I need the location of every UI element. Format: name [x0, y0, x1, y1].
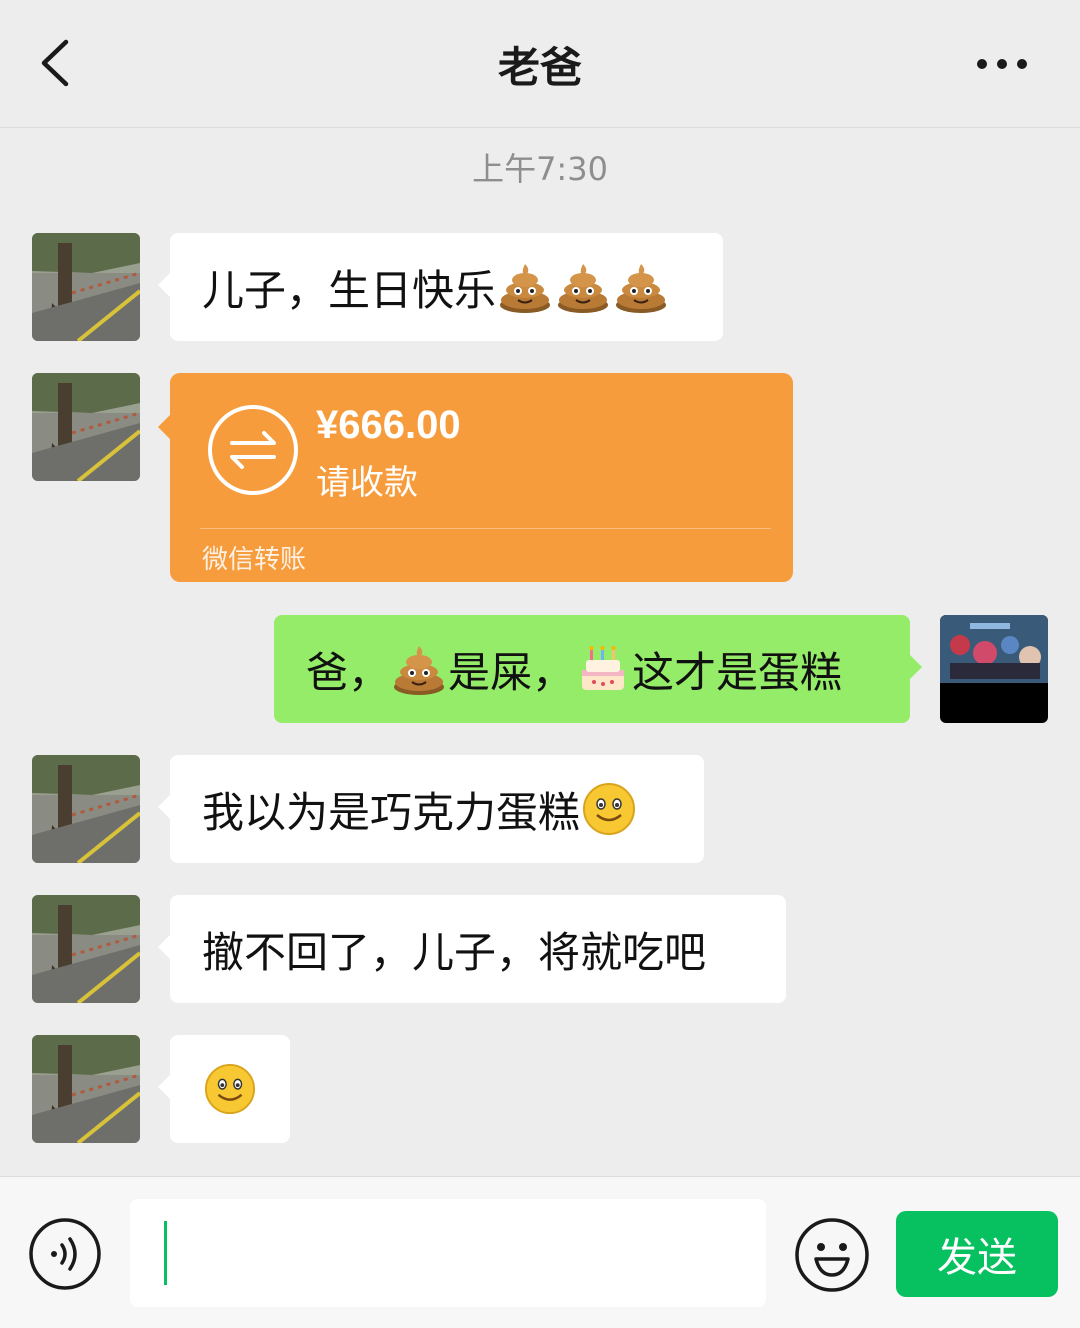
poop-emoji-icon: [498, 260, 552, 314]
birthday-cake-emoji-icon: [576, 642, 630, 696]
transfer-status: 请收款: [316, 463, 418, 503]
input-bar: 发送: [0, 1176, 1080, 1328]
message-timestamp: 上午7:30: [472, 150, 608, 188]
message-bubble-me[interactable]: 爸， 是屎， 这才是蛋糕: [274, 615, 922, 723]
send-button[interactable]: 发送: [896, 1211, 1058, 1297]
contact-avatar[interactable]: [32, 1035, 140, 1143]
voice-icon[interactable]: [28, 1217, 102, 1291]
smile-emoji-icon: [204, 1062, 256, 1116]
message-text: 撤不回了，儿子，将就吃吧: [202, 927, 707, 977]
transfer-amount: ¥666.00: [316, 403, 461, 447]
poop-emoji-icon: [614, 260, 668, 314]
poop-emoji-icon: [392, 642, 446, 696]
message-bubble[interactable]: 撤不回了，儿子，将就吃吧: [158, 895, 786, 1003]
divider: [200, 528, 771, 529]
message-input[interactable]: [130, 1199, 766, 1307]
message-bubble[interactable]: 儿子，生日快乐: [158, 233, 723, 341]
transfer-label: 微信转账: [202, 545, 307, 575]
text-cursor: [164, 1221, 167, 1285]
contact-avatar[interactable]: [32, 755, 140, 863]
message-text: 爸，: [306, 647, 391, 697]
transfer-icon: [208, 405, 298, 495]
my-avatar[interactable]: [940, 615, 1048, 723]
message-bubble[interactable]: [158, 1035, 290, 1143]
smile-emoji-icon: [582, 782, 636, 836]
message-text: 这才是蛋糕: [632, 647, 843, 697]
chat-title: 老爸: [497, 43, 582, 92]
emoji-icon[interactable]: [794, 1217, 870, 1293]
transfer-card[interactable]: ¥666.00 请收款 微信转账: [158, 373, 793, 582]
message-bubble[interactable]: 我以为是巧克力蛋糕: [158, 755, 704, 863]
chat-header: 老爸: [0, 0, 1080, 128]
contact-avatar[interactable]: [32, 373, 140, 481]
poop-emoji-icon: [556, 260, 610, 314]
more-dots-icon[interactable]: [972, 44, 1036, 84]
contact-avatar[interactable]: [32, 233, 140, 341]
message-text: 我以为是巧克力蛋糕: [202, 787, 581, 837]
message-text: 是屎，: [448, 647, 575, 697]
message-text: 儿子，生日快乐: [202, 265, 497, 315]
contact-avatar[interactable]: [32, 895, 140, 1003]
